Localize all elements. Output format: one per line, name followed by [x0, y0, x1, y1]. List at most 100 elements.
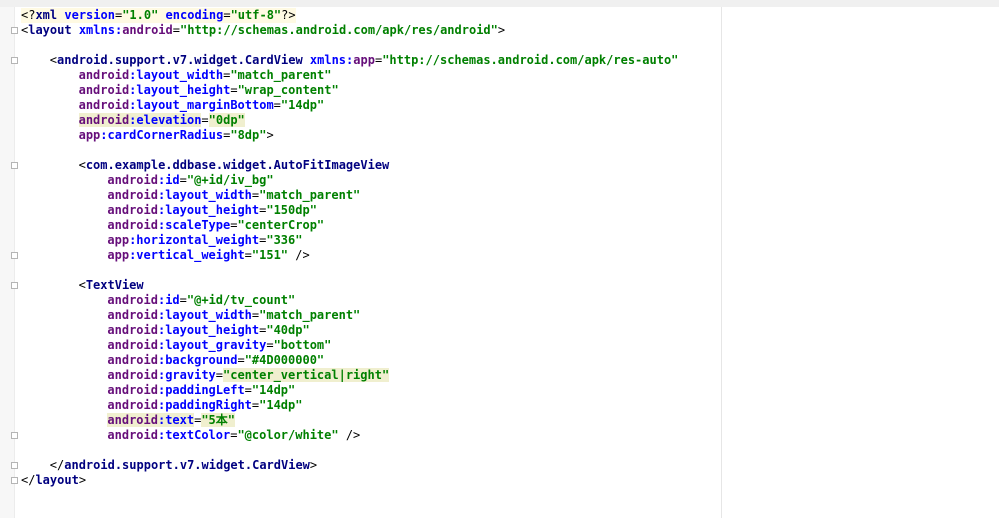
code-token: android	[107, 173, 158, 187]
code-token: "5本"	[201, 413, 236, 427]
code-token: :cardCornerRadius	[100, 128, 224, 142]
code-token: android	[107, 428, 158, 442]
code-token: <	[49, 53, 58, 67]
code-token: xml	[35, 8, 58, 22]
code-token: =	[201, 113, 209, 127]
fold-marker-icon[interactable]	[11, 462, 18, 469]
code-token: android	[122, 23, 173, 37]
code-line[interactable]: android:id="@+id/tv_count"	[21, 293, 295, 308]
code-line[interactable]: <layout xmlns:android="http://schemas.an…	[21, 23, 505, 38]
code-token: =	[179, 173, 187, 187]
code-token: />	[288, 248, 310, 262]
fold-marker-icon[interactable]	[11, 282, 18, 289]
code-line[interactable]: android:layout_height="150dp"	[21, 203, 317, 218]
code-token: "match_parent"	[230, 68, 332, 82]
code-line[interactable]: android:paddingLeft="14dp"	[21, 383, 295, 398]
code-token: =	[223, 8, 231, 22]
code-token: :layout_width	[157, 308, 252, 322]
code-token: "utf-8"	[230, 8, 282, 22]
code-line[interactable]: app:horizontal_weight="336"	[21, 233, 302, 248]
code-token: =	[230, 83, 238, 97]
code-token: :horizontal_weight	[129, 233, 260, 247]
code-line[interactable]: android:layout_height="wrap_content"	[21, 83, 339, 98]
code-line[interactable]: android:background="#4D000000"	[21, 353, 324, 368]
code-line[interactable]: android:layout_width="match_parent"	[21, 308, 360, 323]
code-line[interactable]: android:id="@+id/iv_bg"	[21, 173, 273, 188]
code-line[interactable]: <android.support.v7.widget.CardView xmln…	[21, 53, 679, 68]
code-token: android.support.v7.widget.CardView	[64, 458, 310, 472]
code-line[interactable]: android:gravity="center_vertical|right"	[21, 368, 390, 383]
code-token: android	[78, 68, 130, 82]
code-token: "150dp"	[266, 203, 317, 217]
code-token: :textColor	[157, 428, 231, 442]
code-token: :id	[157, 293, 180, 307]
code-token: app	[78, 128, 101, 142]
code-token: =	[244, 248, 252, 262]
code-line[interactable]: </android.support.v7.widget.CardView>	[21, 458, 317, 473]
code-token: layout	[35, 473, 79, 487]
code-token: "match_parent"	[259, 188, 361, 202]
code-line[interactable]: android:textColor="@color/white" />	[21, 428, 360, 443]
fold-marker-icon[interactable]	[11, 432, 18, 439]
code-line[interactable]: android:paddingRight="14dp"	[21, 398, 302, 413]
code-token: "14dp"	[259, 398, 303, 412]
fold-marker-icon[interactable]	[11, 252, 18, 259]
code-line[interactable]: android:layout_width="match_parent"	[21, 68, 332, 83]
code-token: :vertical_weight	[129, 248, 245, 262]
code-token: :layout_width	[129, 68, 224, 82]
code-line[interactable]: android:text="5本"	[21, 413, 236, 428]
code-token: "1.0"	[122, 8, 159, 22]
code-line[interactable]: android:layout_marginBottom="14dp"	[21, 98, 325, 113]
code-token: android	[107, 308, 158, 322]
code-token: =	[273, 98, 281, 112]
code-line[interactable]: <com.example.ddbase.widget.AutoFitImageV…	[21, 158, 390, 173]
code-token: :paddingRight	[157, 398, 252, 412]
code-token: android	[107, 188, 158, 202]
code-token: </	[21, 473, 36, 487]
code-token: </	[49, 458, 65, 472]
code-line[interactable]: app:cardCornerRadius="8dp">	[21, 128, 274, 143]
code-token: =	[215, 368, 223, 382]
code-line[interactable]: android:layout_width="match_parent"	[21, 188, 360, 203]
code-token: =	[172, 23, 180, 37]
code-token: "centerCrop"	[237, 218, 325, 232]
code-token: xmlns:	[309, 53, 354, 67]
code-line[interactable]: android:layout_gravity="bottom"	[21, 338, 331, 353]
code-token: android	[107, 353, 158, 367]
fold-marker-icon[interactable]	[11, 27, 18, 34]
code-token: android	[107, 293, 158, 307]
code-line[interactable]: android:elevation="0dp"	[21, 113, 245, 128]
code-token: "336"	[266, 233, 303, 247]
code-token: ?>	[281, 8, 296, 22]
code-token: android	[107, 218, 158, 232]
code-line[interactable]: android:scaleType="centerCrop"	[21, 218, 324, 233]
code-token: :scaleType	[157, 218, 231, 232]
code-line[interactable]: android:layout_height="40dp"	[21, 323, 309, 338]
code-token: "center_vertical|right"	[223, 368, 390, 382]
code-token: "@+id/tv_count"	[186, 293, 296, 307]
code-token: encoding	[165, 8, 224, 22]
code-token: :layout_height	[129, 83, 231, 97]
code-token: :background	[157, 353, 238, 367]
fold-marker-icon[interactable]	[11, 57, 18, 64]
code-token: android	[107, 398, 158, 412]
code-token: >	[497, 23, 506, 37]
code-token: :elevation	[129, 113, 202, 127]
fold-marker-icon[interactable]	[11, 162, 18, 169]
fold-marker-icon[interactable]	[11, 477, 18, 484]
code-token: android	[107, 413, 158, 427]
code-token: :layout_width	[157, 188, 252, 202]
code-token: :paddingLeft	[157, 383, 245, 397]
code-token: "match_parent"	[259, 308, 361, 322]
code-token: "151"	[251, 248, 289, 262]
code-token: :layout_height	[157, 323, 260, 337]
code-token: "0dp"	[208, 113, 245, 127]
code-token: android	[107, 383, 158, 397]
code-line[interactable]: </layout>	[21, 473, 86, 488]
code-token: />	[338, 428, 361, 442]
code-line[interactable]: <?xml version="1.0" encoding="utf-8"?>	[21, 8, 296, 23]
code-line[interactable]: <TextView	[21, 278, 144, 293]
code-token: android	[107, 338, 158, 352]
code-line[interactable]: app:vertical_weight="151" />	[21, 248, 310, 263]
